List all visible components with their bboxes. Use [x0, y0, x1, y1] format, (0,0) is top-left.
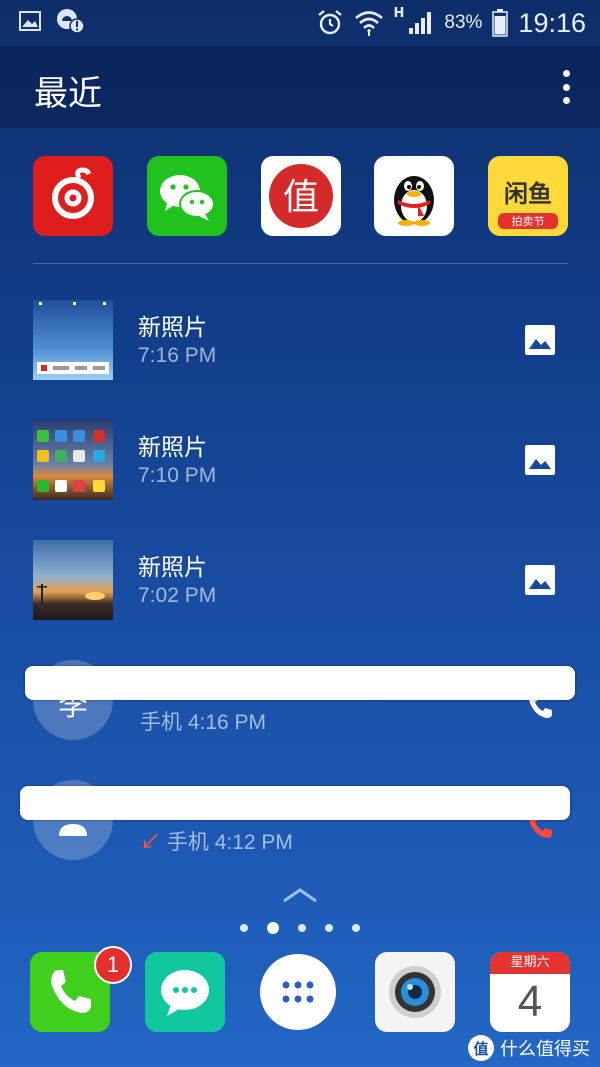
qq-penguin-icon: [394, 176, 435, 226]
more-dot: [562, 97, 570, 104]
call-time: 4:16 PM: [187, 711, 267, 734]
missed-call-icon: ↙: [140, 831, 161, 854]
list-item[interactable]: 新照片 7:16 PM: [0, 300, 600, 400]
app-drawer-button[interactable]: [260, 954, 336, 1030]
chevron-up-icon[interactable]: [282, 886, 318, 904]
photo-thumbnail: [33, 300, 113, 380]
call-meta: ↙ 手机 4:12 PM: [140, 826, 293, 856]
calendar-weekday: 星期六: [490, 952, 570, 974]
netease-music-icon: [52, 167, 94, 219]
item-time: 7:10 PM: [138, 464, 217, 487]
calendar-app[interactable]: 星期六 4: [490, 952, 570, 1032]
more-options-button[interactable]: [560, 70, 572, 104]
item-time: 7:02 PM: [138, 584, 217, 607]
data-saver-notification-icon: [57, 9, 84, 34]
dock: 1 星期六 4: [30, 946, 572, 1034]
call-meta: 手机 4:16 PM: [140, 706, 266, 736]
site-watermark: 值 什么值得买: [468, 1035, 590, 1061]
netease-music-app[interactable]: [33, 156, 113, 236]
recent-apps-row: 值 闲鱼 拍卖节: [33, 156, 568, 236]
wechat-app[interactable]: [146, 156, 227, 236]
xianyu-glyph: 闲鱼: [504, 180, 552, 208]
call-type-label: 手机: [140, 711, 182, 734]
camera-app[interactable]: [375, 952, 455, 1032]
photo-icon[interactable]: [524, 564, 556, 596]
call-type-label: 手机: [166, 831, 209, 854]
smzdm-icon: 值: [268, 164, 333, 228]
photo-icon[interactable]: [524, 444, 556, 476]
phone-app[interactable]: 1: [30, 946, 132, 1032]
redacted-contact-name: [25, 666, 575, 700]
messages-app[interactable]: [145, 952, 225, 1032]
page-dot-active[interactable]: [267, 922, 279, 934]
recents-header: 最近: [0, 46, 600, 128]
xianyu-sub-label: 拍卖节: [512, 214, 545, 228]
more-dot: [562, 83, 570, 91]
watermark-logo: 值: [468, 1035, 494, 1061]
battery-icon: [492, 9, 509, 37]
chat-bubble-icon: [161, 970, 209, 1016]
status-bar: H 83% 19:16: [0, 0, 600, 46]
qq-app[interactable]: [374, 156, 455, 236]
page-dot[interactable]: [325, 924, 333, 932]
section-divider: [33, 263, 568, 264]
call-log-item[interactable]: 李 手机 4:16 PM: [0, 660, 600, 760]
cellular-signal-icon: [409, 12, 432, 34]
wifi-icon: [354, 11, 383, 36]
redacted-contact-name: [20, 786, 570, 820]
page-indicator: [240, 920, 360, 936]
page-title: 最近: [34, 74, 102, 114]
list-item[interactable]: 新照片 7:10 PM: [0, 420, 600, 520]
page-dot[interactable]: [352, 924, 360, 932]
wechat-icon: [159, 175, 215, 221]
call-time: 4:12 PM: [214, 831, 293, 854]
network-type-label: H: [393, 5, 405, 21]
calendar-day: 4: [517, 977, 543, 1026]
more-dot: [562, 70, 570, 77]
camera-lens-icon: [389, 966, 441, 1018]
battery-percent: 83%: [444, 12, 483, 33]
watermark-text: 什么值得买: [500, 1039, 590, 1060]
photo-icon[interactable]: [524, 324, 556, 356]
page-dot[interactable]: [298, 924, 306, 932]
item-time: 7:16 PM: [138, 344, 217, 367]
screenshot-notification-icon: [19, 11, 41, 31]
call-log-item[interactable]: ↙ 手机 4:12 PM: [0, 780, 600, 880]
status-time: 19:16: [518, 7, 586, 38]
item-title: 新照片: [138, 435, 207, 461]
smzdm-glyph: 值: [282, 177, 318, 218]
list-item[interactable]: 新照片 7:02 PM: [0, 540, 600, 640]
photo-thumbnail: [33, 420, 113, 500]
apps-grid-icon: [282, 981, 314, 1003]
item-title: 新照片: [138, 315, 207, 341]
photo-thumbnail: [33, 540, 113, 620]
smzdm-app[interactable]: 值: [260, 156, 341, 236]
xianyu-app[interactable]: 闲鱼 拍卖节: [488, 156, 568, 236]
item-title: 新照片: [138, 555, 207, 581]
xianyu-icon: 闲鱼 拍卖节: [498, 180, 558, 229]
page-dot[interactable]: [240, 924, 248, 932]
notification-badge: 1: [94, 946, 132, 984]
alarm-icon: [317, 10, 342, 35]
